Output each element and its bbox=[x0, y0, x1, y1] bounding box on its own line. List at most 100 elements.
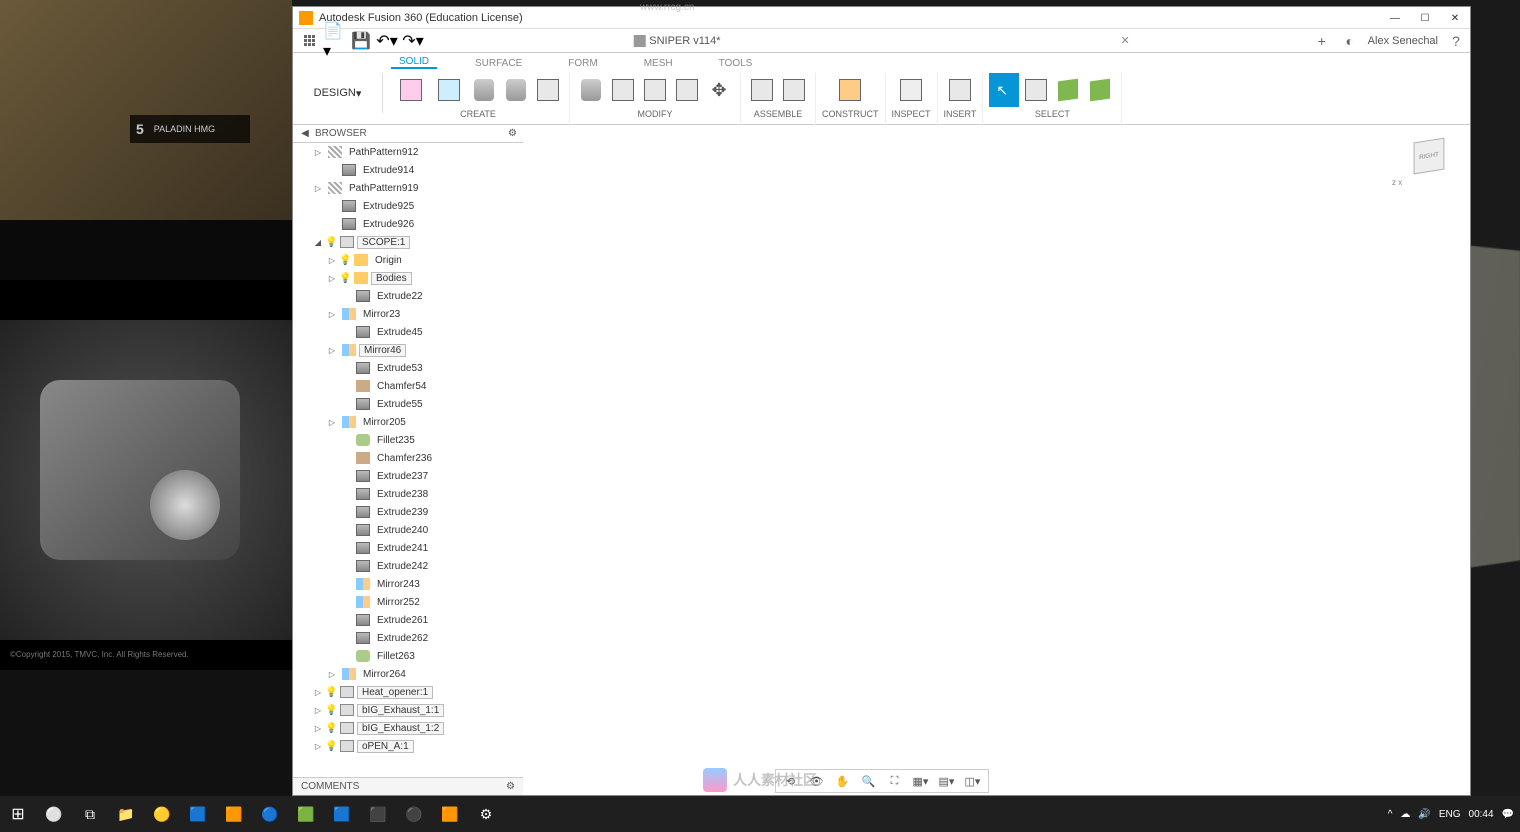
fillet-button[interactable] bbox=[608, 73, 638, 107]
fusion-taskbar-icon[interactable]: 🟧 bbox=[432, 796, 468, 832]
tree-row[interactable]: ▷💡Origin bbox=[293, 251, 523, 269]
press-pull-button[interactable] bbox=[576, 73, 606, 107]
document-tab[interactable]: SNIPER v114* ✕ bbox=[633, 34, 1130, 47]
browser-collapse-icon[interactable]: ◀ bbox=[299, 128, 311, 139]
tree-row[interactable]: Extrude55 bbox=[293, 395, 523, 413]
app-grid-button[interactable] bbox=[297, 31, 321, 51]
zoom-button[interactable]: 🔍 bbox=[858, 772, 880, 790]
app-icon-5[interactable]: ⬛ bbox=[360, 796, 396, 832]
tree-row[interactable]: Extrude926 bbox=[293, 215, 523, 233]
viewcube-face[interactable]: RIGHT bbox=[1414, 138, 1445, 175]
construct-label[interactable]: CONSTRUCT bbox=[822, 109, 879, 119]
obs-icon[interactable]: ⚫ bbox=[396, 796, 432, 832]
model-geometry[interactable] bbox=[473, 113, 1520, 793]
viewport-button[interactable]: ◫▾ bbox=[962, 772, 984, 790]
tree-row[interactable]: Extrude22 bbox=[293, 287, 523, 305]
save-button[interactable]: 💾 bbox=[349, 31, 373, 51]
app-icon-2[interactable]: 🟧 bbox=[216, 796, 252, 832]
joint-button[interactable] bbox=[747, 73, 777, 107]
window-select-button[interactable] bbox=[1021, 73, 1051, 107]
sketch-button[interactable] bbox=[393, 73, 429, 107]
insert-button[interactable] bbox=[945, 73, 975, 107]
explorer-icon[interactable]: 📁 bbox=[108, 796, 144, 832]
tree-row[interactable]: ▷💡Bodies bbox=[293, 269, 523, 287]
as-built-button[interactable] bbox=[779, 73, 809, 107]
minimize-button[interactable]: — bbox=[1380, 7, 1410, 29]
display-button[interactable]: ▦▾ bbox=[910, 772, 932, 790]
plane-button[interactable] bbox=[835, 73, 865, 107]
close-button[interactable]: ✕ bbox=[1440, 7, 1470, 29]
tree-row[interactable]: Extrude261 bbox=[293, 611, 523, 629]
tree-row[interactable]: ▷PathPattern912 bbox=[293, 143, 523, 161]
tree-row[interactable]: ▷PathPattern919 bbox=[293, 179, 523, 197]
tree-row[interactable]: ▷Mirror23 bbox=[293, 305, 523, 323]
grid-button[interactable]: ▤▾ bbox=[936, 772, 958, 790]
tree-row[interactable]: Extrude242 bbox=[293, 557, 523, 575]
chrome-icon[interactable]: 🟡 bbox=[144, 796, 180, 832]
tray-up-icon[interactable]: ^ bbox=[1388, 809, 1393, 820]
start-button[interactable]: ⊞ bbox=[0, 796, 36, 832]
user-name[interactable]: Alex Senechal bbox=[1368, 35, 1438, 47]
browser-header[interactable]: ◀ BROWSER ⚙ bbox=[293, 125, 523, 143]
comments-bar[interactable]: COMMENTS ⚙ bbox=[293, 777, 523, 795]
file-button[interactable]: 📄▾ bbox=[323, 31, 347, 51]
comments-settings-icon[interactable]: ⚙ bbox=[506, 781, 515, 792]
select-label[interactable]: SELECT bbox=[1035, 109, 1070, 119]
tree-row[interactable]: ▷💡bIG_Exhaust_1:1 bbox=[293, 701, 523, 719]
inspect-label[interactable]: INSPECT bbox=[892, 109, 931, 119]
tree-row[interactable]: ▷Mirror205 bbox=[293, 413, 523, 431]
pan-button[interactable]: ✋ bbox=[832, 772, 854, 790]
move-button[interactable]: ✥ bbox=[704, 73, 734, 107]
tree-row[interactable]: ▷Mirror46 bbox=[293, 341, 523, 359]
language-indicator[interactable]: ENG bbox=[1439, 809, 1461, 820]
tree-row[interactable]: Extrude53 bbox=[293, 359, 523, 377]
maximize-button[interactable]: ☐ bbox=[1410, 7, 1440, 29]
measure-button[interactable] bbox=[896, 73, 926, 107]
title-bar[interactable]: Autodesk Fusion 360 (Education License) … bbox=[293, 7, 1470, 29]
tree-row[interactable]: Mirror243 bbox=[293, 575, 523, 593]
workspace-switcher[interactable]: DESIGN ▾ bbox=[293, 73, 383, 113]
tab-surface[interactable]: SURFACE bbox=[467, 58, 530, 69]
extrude-button[interactable] bbox=[469, 73, 499, 107]
tree-row[interactable]: ◢💡SCOPE:1 bbox=[293, 233, 523, 251]
new-tab-button[interactable]: + bbox=[1312, 31, 1332, 51]
shell-button[interactable] bbox=[640, 73, 670, 107]
browser-tree[interactable]: ▷PathPattern912Extrude914▷PathPattern919… bbox=[293, 143, 523, 795]
tab-solid[interactable]: SOLID bbox=[391, 56, 437, 69]
tab-form[interactable]: FORM bbox=[560, 58, 605, 69]
combine-button[interactable] bbox=[672, 73, 702, 107]
app-icon-4[interactable]: 🟩 bbox=[288, 796, 324, 832]
select-button[interactable]: ↖ bbox=[989, 73, 1019, 107]
tree-row[interactable]: Extrude240 bbox=[293, 521, 523, 539]
paint-select-button[interactable] bbox=[1085, 73, 1115, 107]
fit-button[interactable]: ⛶ bbox=[884, 772, 906, 790]
tree-row[interactable]: Fillet235 bbox=[293, 431, 523, 449]
tree-row[interactable]: Extrude238 bbox=[293, 485, 523, 503]
help-button[interactable]: ? bbox=[1446, 31, 1466, 51]
redo-button[interactable]: ↷▾ bbox=[401, 31, 425, 51]
browser-settings-icon[interactable]: ⚙ bbox=[508, 128, 517, 139]
undo-button[interactable]: ↶▾ bbox=[375, 31, 399, 51]
tree-row[interactable]: Chamfer54 bbox=[293, 377, 523, 395]
task-view-button[interactable]: ⧉ bbox=[72, 796, 108, 832]
app-icon-3[interactable]: 🔵 bbox=[252, 796, 288, 832]
notifications-icon[interactable]: 💬 bbox=[1502, 809, 1514, 820]
viewcube[interactable]: RIGHT z x bbox=[1404, 133, 1454, 183]
tree-row[interactable]: Extrude239 bbox=[293, 503, 523, 521]
tree-row[interactable]: Extrude45 bbox=[293, 323, 523, 341]
tab-mesh[interactable]: MESH bbox=[636, 58, 681, 69]
tray-onedrive-icon[interactable]: ☁ bbox=[1400, 809, 1410, 820]
modify-label[interactable]: MODIFY bbox=[638, 109, 673, 119]
job-status-icon[interactable]: ◐ bbox=[1340, 31, 1360, 51]
create-label[interactable]: CREATE bbox=[460, 109, 496, 119]
tree-row[interactable]: Extrude925 bbox=[293, 197, 523, 215]
steam-icon[interactable]: ⚙ bbox=[468, 796, 504, 832]
tree-row[interactable]: Extrude241 bbox=[293, 539, 523, 557]
tree-row[interactable]: ▷💡bIG_Exhaust_1:2 bbox=[293, 719, 523, 737]
tray-network-icon[interactable]: 🔊 bbox=[1418, 809, 1430, 820]
tree-row[interactable]: Extrude237 bbox=[293, 467, 523, 485]
tree-row[interactable]: Mirror252 bbox=[293, 593, 523, 611]
tree-row[interactable]: ▷💡Heat_opener:1 bbox=[293, 683, 523, 701]
tree-row[interactable]: Chamfer236 bbox=[293, 449, 523, 467]
clock[interactable]: 00:44 bbox=[1469, 809, 1494, 820]
